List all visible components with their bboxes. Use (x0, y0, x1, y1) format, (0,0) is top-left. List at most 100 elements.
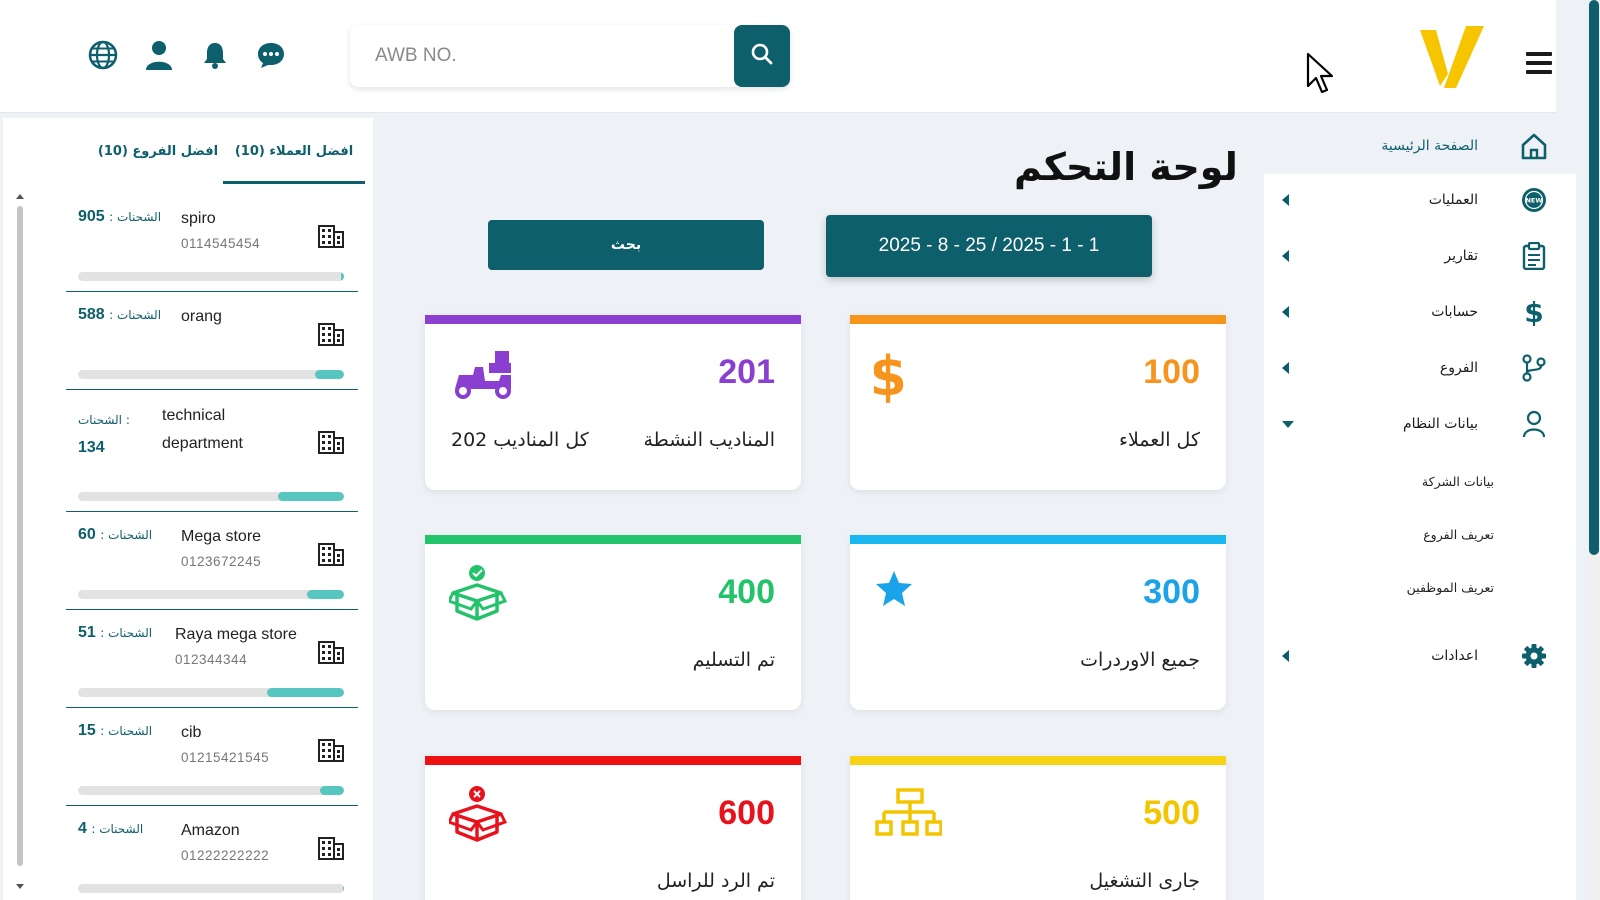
card-label: تم الرد للراسل (656, 870, 775, 892)
bell-icon[interactable] (198, 38, 232, 72)
client-row[interactable]: الشحنات : 60 Mega store 0123672245 (66, 512, 358, 610)
sidebar-subitem-define-branches[interactable]: تعريف الفروع (1423, 527, 1494, 542)
star-icon (874, 565, 942, 627)
page-title: لوحة التحكم (1014, 145, 1238, 189)
card-secondary-label: كل المناديب 202 (451, 429, 589, 451)
mouse-cursor-icon (1306, 52, 1334, 98)
gear-icon (1520, 642, 1548, 670)
shipment-count: الشحنات : 588 (78, 306, 161, 324)
search-icon (751, 43, 773, 69)
client-name: Raya mega store (175, 626, 297, 643)
client-phone: 01215421545 (181, 750, 270, 765)
chat-icon[interactable] (254, 38, 288, 72)
sidebar-item-label: بيانات النظام (1403, 416, 1478, 432)
client-row[interactable]: الشحنات : 134 technical department (66, 390, 358, 512)
top-bar (0, 0, 1556, 113)
chevron-left-icon (1282, 250, 1289, 262)
date-range-picker[interactable]: 2025 - 8 - 25 / 2025 - 1 - 1 (826, 215, 1152, 277)
dollar-icon: $ (1520, 298, 1548, 326)
card-label: تم التسليم (692, 649, 775, 671)
sidebar-item-accounts[interactable]: حسابات $ (1264, 284, 1576, 340)
card-value: 201 (718, 353, 775, 391)
top-clients-panel: افضل العملاء (10) افضل الفروع (10) الشحن… (3, 118, 373, 900)
sidebar-item-label: العمليات (1428, 192, 1478, 208)
client-row[interactable]: الشحنات : 15 cib 01215421545 (66, 708, 358, 806)
shipment-count-label: الشحنات : (91, 822, 144, 836)
branch-icon (1520, 354, 1548, 382)
awb-search (350, 25, 790, 87)
card-value: 500 (1143, 794, 1200, 832)
shipment-count: الشحنات : 51 (78, 624, 152, 642)
shipment-count-value: 15 (78, 722, 96, 739)
chevron-down-icon (1282, 420, 1294, 428)
sidebar-item-settings[interactable]: اعدادات (1264, 628, 1576, 684)
card-accent-line (425, 756, 801, 765)
shipment-count-value: 51 (78, 624, 96, 641)
page-scrollbar[interactable] (1588, 0, 1600, 900)
card-accent-line (425, 535, 801, 544)
shipment-progress-bar (78, 884, 344, 893)
in-progress-card[interactable]: 500 جارى التشغيل (850, 756, 1226, 900)
client-name: Amazon (181, 822, 240, 839)
card-accent-line (850, 535, 1226, 544)
scroll-down-icon[interactable] (16, 884, 24, 889)
shipment-count-value: 905 (78, 208, 105, 225)
sidebar-subitem-define-employees[interactable]: تعريف الموظفين (1407, 580, 1494, 595)
shipment-progress-bar (78, 492, 344, 501)
sidebar-item-branches[interactable]: الفروع (1264, 340, 1576, 396)
awb-search-input[interactable] (350, 25, 735, 87)
delivered-card[interactable]: 400 تم التسليم (425, 535, 801, 710)
panel-tabs: افضل العملاء (10) افضل الفروع (10) (3, 118, 373, 184)
shipment-count-label: الشحنات : (100, 724, 153, 738)
card-label: جارى التشغيل (1089, 870, 1200, 892)
menu-toggle-icon[interactable] (1526, 52, 1552, 74)
search-action-button[interactable]: بحث (488, 220, 764, 270)
client-row[interactable]: الشحنات : 588 orang (66, 292, 358, 390)
company-logo[interactable] (1420, 26, 1484, 94)
shipment-progress-bar (78, 272, 344, 281)
tab-top-clients[interactable]: افضل العملاء (10) (223, 138, 365, 184)
client-phone: 0123672245 (181, 554, 262, 569)
building-icon (318, 738, 344, 762)
card-accent-line (425, 315, 801, 324)
tab-top-branches[interactable]: افضل الفروع (10) (87, 138, 229, 184)
shipment-count-label: الشحنات : (100, 528, 153, 542)
sidebar-item-home[interactable]: الصفحة الرئيسية (1264, 118, 1576, 174)
user-icon[interactable] (142, 38, 176, 72)
list-scrollbar[interactable] (13, 194, 25, 894)
building-icon (318, 322, 344, 346)
client-row[interactable]: الشحنات : 51 Raya mega store 012344344 (66, 610, 358, 708)
globe-icon[interactable] (86, 38, 120, 72)
card-label: جميع الاوردرات (1080, 649, 1200, 671)
sidebar-item-reports[interactable]: تقارير (1264, 228, 1576, 284)
box-check-icon (446, 565, 517, 627)
client-phone: 012344344 (175, 652, 248, 667)
shipment-progress-bar (78, 370, 344, 379)
client-row[interactable]: الشحنات : 905 spiro 0114545454 (66, 194, 358, 292)
returned-to-sender-card[interactable]: 600 تم الرد للراسل (425, 756, 801, 900)
sidebar-item-operations[interactable]: العمليات NEW (1264, 172, 1576, 228)
all-clients-card[interactable]: 100 كل العملاء $ (850, 315, 1226, 490)
client-phone: 0114545454 (181, 236, 261, 251)
scroll-up-icon[interactable] (16, 194, 24, 199)
chevron-left-icon (1282, 650, 1289, 662)
sidebar-item-system-data[interactable]: بيانات النظام (1264, 396, 1576, 452)
chevron-left-icon (1282, 194, 1289, 206)
sidebar-item-label: اعدادات (1431, 648, 1478, 664)
sidebar-item-label: الفروع (1439, 360, 1478, 376)
svg-text:$: $ (1524, 298, 1543, 326)
dollar-sign-icon: $ (869, 345, 942, 408)
all-orders-card[interactable]: 300 جميع الاوردرات (850, 535, 1226, 710)
delivery-scooter-icon (449, 345, 517, 407)
sidebar-subitem-company-data[interactable]: بيانات الشركة (1422, 474, 1494, 489)
card-label: كل العملاء (1119, 429, 1200, 451)
building-icon (318, 224, 344, 248)
building-icon (318, 640, 344, 664)
active-couriers-card[interactable]: 201 المناديب النشطة كل المناديب 202 (425, 315, 801, 490)
client-row[interactable]: الشحنات : 4 Amazon 01222222222 (66, 806, 358, 900)
search-button[interactable] (734, 25, 790, 87)
home-icon (1520, 132, 1548, 160)
shipment-progress-bar (78, 590, 344, 599)
chevron-left-icon (1282, 362, 1289, 374)
shipment-progress-bar (78, 786, 344, 795)
